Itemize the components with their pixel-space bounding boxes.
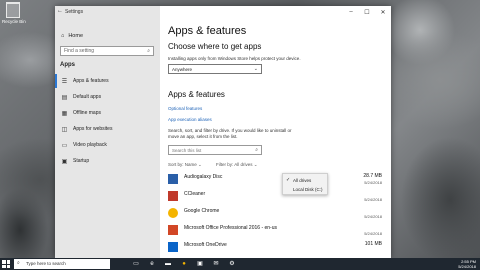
desktop-recycle-bin[interactable]: Recycle Bin <box>2 2 26 24</box>
store-icon[interactable]: ▣ <box>196 260 204 268</box>
list-item[interactable]: Microsoft Office Professional 2016 - en-… <box>168 223 386 239</box>
checkmark-icon: ✓ <box>286 177 291 183</box>
sidebar-item-label: Apps & features <box>73 78 109 84</box>
home-icon: ⌂ <box>61 33 65 39</box>
tray-date: 5/24/2018 <box>458 264 476 269</box>
settings-gear-icon[interactable]: ⚙ <box>228 260 236 268</box>
chevron-down-icon: ⌄ <box>253 66 258 72</box>
app-size: 28.7 MB <box>363 173 382 179</box>
windows-start-icon[interactable] <box>2 260 10 268</box>
install-source-select[interactable]: Anywhere ⌄ <box>168 64 262 74</box>
sidebar-item-label: Offline maps <box>73 110 101 116</box>
map-icon: ▦ <box>61 110 68 117</box>
find-setting-input[interactable]: Find a setting ⌕ <box>60 46 154 56</box>
sidebar-item-default-apps[interactable]: ▤ Default apps <box>55 90 160 104</box>
app-name: CCleaner <box>184 191 206 197</box>
video-icon: ▭ <box>61 142 68 149</box>
install-heading: Choose where to get apps <box>168 42 262 51</box>
sidebar-item-apps-features[interactable]: ☰ Apps & features <box>55 74 160 88</box>
globe-icon: ◫ <box>61 126 68 133</box>
app-name: Audiogalaxy Disc <box>184 174 223 180</box>
sidebar-home-link[interactable]: ⌂ Home <box>61 33 83 39</box>
default-apps-icon: ▤ <box>61 94 68 101</box>
sidebar-item-apps-for-websites[interactable]: ◫ Apps for websites <box>55 122 160 136</box>
settings-content: Apps & features Choose where to get apps… <box>160 6 391 258</box>
settings-sidebar: ⌂ Home Find a setting ⌕ Apps ☰ Apps & fe… <box>55 6 160 258</box>
sort-by-dropdown[interactable]: Sort by: Name ⌄ <box>168 162 202 168</box>
app-date: 5/24/2018 <box>364 180 382 185</box>
app-icon <box>168 174 178 184</box>
list-icon: ☰ <box>61 78 68 85</box>
app-icon <box>168 208 178 218</box>
app-date: 5/24/2018 <box>364 197 382 202</box>
list-item[interactable]: Microsoft OneDrive 101 MB <box>168 240 386 256</box>
install-description: Installing apps only from Windows Store … <box>168 56 301 61</box>
app-icon <box>168 225 178 235</box>
search-list-placeholder: Search this list <box>172 147 202 153</box>
settings-window: ⌂ Home Find a setting ⌕ Apps ☰ Apps & fe… <box>55 6 391 258</box>
taskbar-search-box[interactable]: ⌕ Type here to search <box>14 259 110 269</box>
app-name: Microsoft OneDrive <box>184 242 227 248</box>
home-label: Home <box>68 33 83 39</box>
filter-drive-menu: ✓ All drives Local Disk (C:) <box>282 173 328 195</box>
search-description-line2: move an app, select it from the list. <box>168 134 238 139</box>
filter-by-label: Filter by: All drives <box>216 162 253 167</box>
sidebar-item-startup[interactable]: ▣ Startup <box>55 154 160 168</box>
search-description-line1: Search, sort, and filter by drive. If yo… <box>168 128 292 133</box>
app-name: Microsoft Office Professional 2016 - en-… <box>184 225 278 231</box>
list-item[interactable]: Audiogalaxy Disc 28.7 MB 5/24/2018 <box>168 172 386 188</box>
search-icon: ⌕ <box>17 260 20 266</box>
install-source-value: Anywhere <box>172 66 193 72</box>
page-title: Apps & features <box>168 25 247 37</box>
apps-heading: Apps & features <box>168 90 225 99</box>
filter-option-local-disk[interactable]: Local Disk (C:) <box>293 187 323 192</box>
search-list-input[interactable]: Search this list ⌕ <box>168 145 262 155</box>
startup-icon: ▣ <box>61 158 68 165</box>
recycle-bin-label: Recycle Bin <box>2 19 26 24</box>
app-size: 101 MB <box>364 241 382 247</box>
app-date: 5/24/2018 <box>364 214 382 219</box>
window-title: Settings <box>65 9 84 15</box>
find-setting-placeholder: Find a setting <box>64 48 95 54</box>
filter-option-all-drives[interactable]: All drives <box>293 178 311 183</box>
optional-features-link[interactable]: Optional features <box>168 106 202 111</box>
file-explorer-icon[interactable]: ▬ <box>164 260 172 268</box>
sidebar-item-label: Apps for websites <box>73 126 113 132</box>
chevron-down-icon: ⌄ <box>198 162 202 167</box>
list-item[interactable]: Google Chrome 5/24/2018 <box>168 206 386 222</box>
task-view-icon[interactable]: ▭ <box>132 260 140 268</box>
system-tray-clock[interactable]: 2:55 PM 5/24/2018 <box>458 259 476 269</box>
app-execution-aliases-link[interactable]: App execution aliases <box>168 117 212 122</box>
sidebar-section-title: Apps <box>60 62 75 68</box>
recycle-bin-icon <box>6 2 20 18</box>
taskbar: ⌕ Type here to search ▭ e ▬ ● ▣ ✉ ⚙ 2:55… <box>0 258 480 270</box>
taskbar-search-placeholder: Type here to search <box>26 261 66 266</box>
sidebar-item-label: Video playback <box>73 142 107 148</box>
app-date: 5/24/2018 <box>364 231 382 236</box>
app-icon <box>168 242 178 252</box>
search-icon: ⌕ <box>147 48 150 54</box>
back-arrow-icon[interactable]: ← <box>57 8 63 14</box>
list-item[interactable]: CCleaner 5/24/2018 <box>168 189 386 205</box>
chrome-icon[interactable]: ● <box>180 260 188 268</box>
sidebar-item-label: Startup <box>73 158 90 164</box>
filter-by-dropdown[interactable]: Filter by: All drives ⌄ <box>216 162 258 168</box>
mail-icon[interactable]: ✉ <box>212 260 220 268</box>
sort-by-label: Sort by: Name <box>168 162 197 167</box>
app-icon <box>168 191 178 201</box>
app-name: Google Chrome <box>184 208 220 214</box>
sidebar-item-offline-maps[interactable]: ▦ Offline maps <box>55 106 160 120</box>
search-icon: ⌕ <box>255 147 258 153</box>
chevron-down-icon: ⌄ <box>253 162 258 167</box>
edge-icon[interactable]: e <box>148 260 156 268</box>
sidebar-item-video-playback[interactable]: ▭ Video playback <box>55 138 160 152</box>
sidebar-item-label: Default apps <box>73 94 102 100</box>
